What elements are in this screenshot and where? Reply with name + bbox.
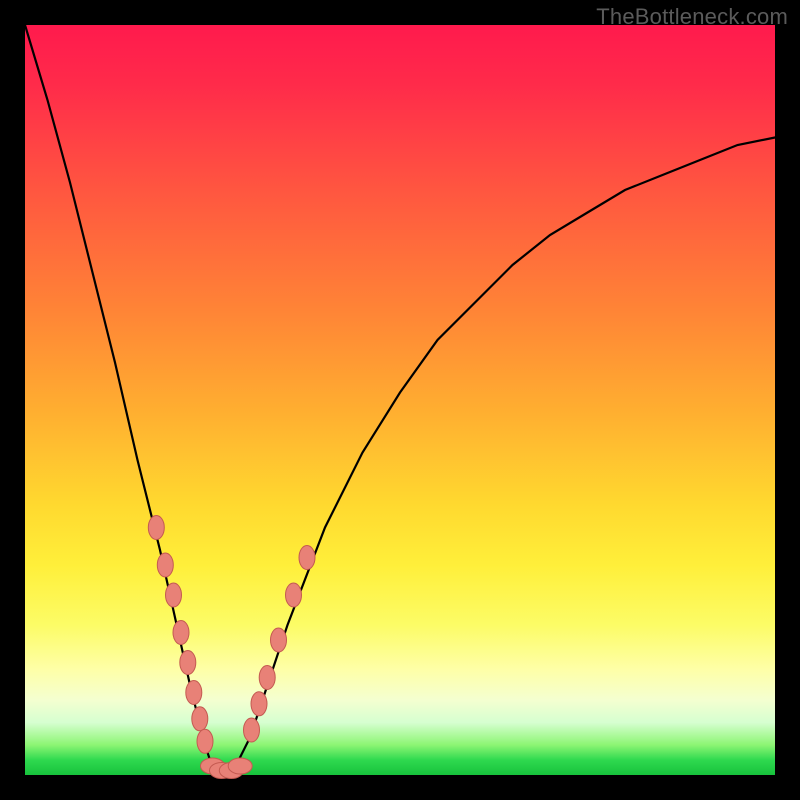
- watermark-text: TheBottleneck.com: [596, 4, 788, 30]
- right-cluster-pt-5: [299, 546, 315, 570]
- bottleneck-curve-path: [25, 25, 775, 775]
- left-cluster-pt-0: [148, 516, 164, 540]
- outer-frame: TheBottleneck.com: [0, 0, 800, 800]
- plot-area: [25, 25, 775, 775]
- chart-svg: [25, 25, 775, 775]
- trough-cluster-pt-3: [228, 758, 252, 774]
- left-cluster-pt-4: [180, 651, 196, 675]
- marker-layer: [148, 516, 315, 779]
- right-cluster-pt-0: [244, 718, 260, 742]
- right-cluster-pt-4: [286, 583, 302, 607]
- left-cluster-pt-3: [173, 621, 189, 645]
- right-cluster-pt-2: [259, 666, 275, 690]
- right-cluster-pt-1: [251, 692, 267, 716]
- left-cluster-pt-7: [197, 729, 213, 753]
- left-cluster-pt-6: [192, 707, 208, 731]
- left-cluster-pt-5: [186, 681, 202, 705]
- right-cluster-pt-3: [271, 628, 287, 652]
- left-cluster-pt-2: [166, 583, 182, 607]
- left-cluster-pt-1: [157, 553, 173, 577]
